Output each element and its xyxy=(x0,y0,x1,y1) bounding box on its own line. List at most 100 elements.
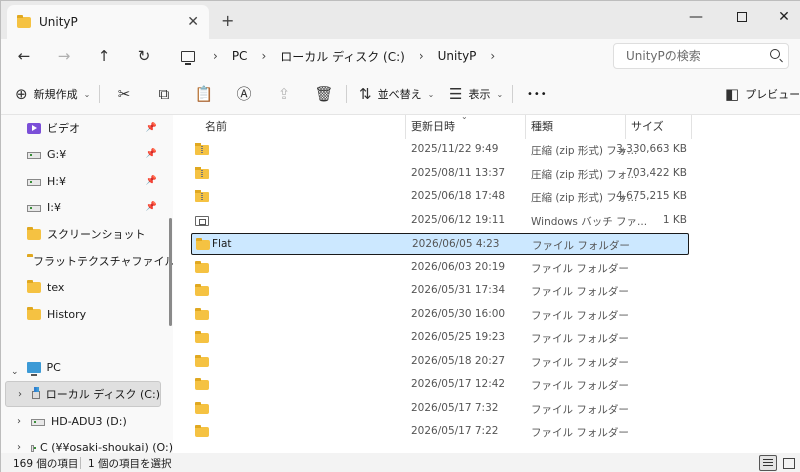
maximize-button[interactable] xyxy=(727,7,757,27)
column-header-date[interactable]: 更新日時 xyxy=(411,115,455,137)
file-size: 3,330,663 KB xyxy=(616,143,687,155)
folder-icon xyxy=(196,238,210,250)
zip-icon xyxy=(195,166,209,179)
chevron-right-icon[interactable]: › xyxy=(18,389,22,400)
tree-item-label: HD-ADU3 (D:) xyxy=(51,414,127,428)
breadcrumb-separator[interactable]: › xyxy=(261,49,266,63)
column-header-name[interactable]: 名前 xyxy=(205,115,227,137)
sidebar-item-g-drive[interactable]: G:¥ 📌 xyxy=(27,142,163,166)
breadcrumb-separator[interactable]: › xyxy=(419,49,424,63)
view-button[interactable]: ☰ 表示 ⌄ xyxy=(449,83,503,105)
sort-button[interactable]: ⇅ 並べ替え ⌄ xyxy=(359,83,434,105)
delete-button[interactable]: 🗑 xyxy=(313,83,335,105)
chevron-down-icon[interactable]: ⌄ xyxy=(11,367,19,377)
pin-icon[interactable]: 📌 xyxy=(146,123,157,133)
folder-icon xyxy=(195,307,209,320)
address-bar[interactable]: › PC › ローカル ディスク (C:) › UnityP › xyxy=(171,42,603,70)
table-row[interactable]: 2026/05/25 19:23 ファイル フォルダー xyxy=(191,327,689,349)
new-button[interactable]: ⊕ 新規作成 ⌄ xyxy=(15,83,90,105)
folder-icon xyxy=(195,378,209,390)
breadcrumb-separator[interactable]: › xyxy=(213,49,218,63)
breadcrumb-pc[interactable]: PC xyxy=(232,49,248,63)
chevron-right-icon[interactable]: › xyxy=(17,416,21,427)
sidebar-scrollbar[interactable] xyxy=(169,218,172,326)
details-view-button[interactable] xyxy=(759,455,777,471)
table-row[interactable]: 2026/05/31 17:34 ファイル フォルダー xyxy=(191,280,689,302)
column-header-size[interactable]: サイズ xyxy=(631,115,664,137)
pin-icon[interactable]: 📌 xyxy=(146,176,157,186)
copy-button[interactable]: ⧉ xyxy=(153,83,175,105)
tree-item-pc[interactable]: ⌄ PC xyxy=(9,355,165,379)
search-box[interactable] xyxy=(613,43,789,69)
share-button[interactable]: ⇪ xyxy=(273,83,295,105)
table-row[interactable]: 2025/06/12 19:11 Windows バッチ ファ... 1 KB xyxy=(191,210,689,232)
video-icon xyxy=(27,122,41,134)
file-date: 2026/05/17 7:32 xyxy=(411,401,499,414)
tree-item-hd-adu3[interactable]: › HD-ADU3 (D:) xyxy=(17,409,167,433)
tiles-view-button[interactable] xyxy=(780,455,798,471)
sidebar-item-history[interactable]: History xyxy=(27,302,163,326)
table-row[interactable]: 2025/08/11 13:37 圧縮 (zip 形式) フォ... 703,422… xyxy=(191,163,689,185)
view-icon: ☰ xyxy=(449,85,463,103)
chevron-right-icon[interactable]: › xyxy=(17,442,21,453)
folder-icon xyxy=(195,401,209,414)
file-type: Windows バッチ ファ... xyxy=(531,215,648,228)
paste-button[interactable]: 📋 xyxy=(193,83,215,105)
breadcrumb-separator[interactable]: › xyxy=(490,49,495,63)
table-row[interactable]: 2026/05/17 12:42 ファイル フォルダー xyxy=(191,374,689,396)
search-icon[interactable] xyxy=(770,49,780,59)
preview-button[interactable]: ◧ プレビュー xyxy=(725,83,800,105)
tree-item-label: C (¥¥osaki-shoukai) (O:) xyxy=(40,440,173,454)
sidebar-item-tex[interactable]: tex xyxy=(27,275,163,299)
sidebar-item-i-drive[interactable]: I:¥ 📌 xyxy=(27,195,163,219)
tree-item-label: ローカル ディスク (C:) xyxy=(45,388,160,401)
tab-unityp[interactable]: UnityP ✕ xyxy=(7,5,209,39)
breadcrumb-local-disk[interactable]: ローカル ディスク (C:) xyxy=(280,48,405,65)
sidebar-item-label: I:¥ xyxy=(47,200,61,214)
sidebar-item-flat-texture[interactable]: フラットテクスチャファイル xyxy=(27,249,173,273)
table-row[interactable]: Flat 2026/06/05 4:23 ファイル フォルダー xyxy=(191,233,689,255)
table-row[interactable]: 2025/06/18 17:48 圧縮 (zip 形式) フォ... 4,675,2… xyxy=(191,186,689,208)
sidebar-item-h-drive[interactable]: H:¥ 📌 xyxy=(27,169,163,193)
up-button[interactable]: ↑ xyxy=(93,45,115,67)
tree-item-network-drive[interactable]: › C (¥¥osaki-shoukai) (O:) xyxy=(17,435,173,454)
column-divider[interactable] xyxy=(405,115,406,139)
status-bar: 169 個の項目 1 個の項目を選択 xyxy=(1,453,800,472)
back-button[interactable]: ← xyxy=(13,45,35,67)
folder-icon xyxy=(17,14,31,28)
tab-close-icon[interactable]: ✕ xyxy=(187,14,199,30)
sidebar-item-screenshots[interactable]: スクリーンショット xyxy=(27,222,163,246)
column-header-type[interactable]: 種類 xyxy=(531,115,553,137)
file-type: ファイル フォルダー xyxy=(531,427,629,439)
table-row[interactable]: 2026/06/03 20:19 ファイル フォルダー xyxy=(191,257,689,279)
minimize-button[interactable]: — xyxy=(681,7,711,27)
close-button[interactable]: ✕ xyxy=(769,7,799,27)
new-tab-button[interactable]: + xyxy=(221,11,234,30)
table-row[interactable]: 2026/05/17 7:32 ファイル フォルダー xyxy=(191,398,689,420)
sort-descending-icon: ⌄ xyxy=(461,115,468,121)
pin-icon[interactable]: 📌 xyxy=(146,202,157,212)
rename-button[interactable]: Ⓐ xyxy=(233,83,255,105)
column-divider[interactable] xyxy=(525,115,526,139)
cut-button[interactable]: ✂ xyxy=(113,83,135,105)
table-row[interactable]: 2026/05/17 7:22 ファイル フォルダー xyxy=(191,421,689,443)
table-row[interactable]: 2026/05/18 20:27 ファイル フォルダー xyxy=(191,351,689,373)
sidebar-item-videos[interactable]: ビデオ 📌 xyxy=(27,116,163,140)
forward-button[interactable]: → xyxy=(53,45,75,67)
column-divider[interactable] xyxy=(625,115,626,139)
table-row[interactable]: 2025/11/22 9:49 圧縮 (zip 形式) フォ... 3,330,66… xyxy=(191,139,689,161)
more-options-button[interactable]: ••• xyxy=(527,83,548,105)
chevron-down-icon: ⌄ xyxy=(83,89,91,99)
new-label: 新規作成 xyxy=(33,88,78,101)
table-row[interactable]: 2026/05/30 16:00 ファイル フォルダー xyxy=(191,304,689,326)
breadcrumb-unityp[interactable]: UnityP xyxy=(438,49,477,63)
column-divider[interactable] xyxy=(691,115,692,139)
preview-label: プレビュー xyxy=(745,88,800,101)
search-input[interactable] xyxy=(626,49,766,63)
pin-icon[interactable]: 📌 xyxy=(146,149,157,159)
refresh-button[interactable]: ↻ xyxy=(133,45,155,67)
file-date: 2026/06/03 20:19 xyxy=(411,260,506,273)
folder-icon xyxy=(27,306,41,320)
tree-item-local-disk[interactable]: › ローカル ディスク (C:) xyxy=(5,381,161,407)
file-date: 2026/05/31 17:34 xyxy=(411,284,506,296)
